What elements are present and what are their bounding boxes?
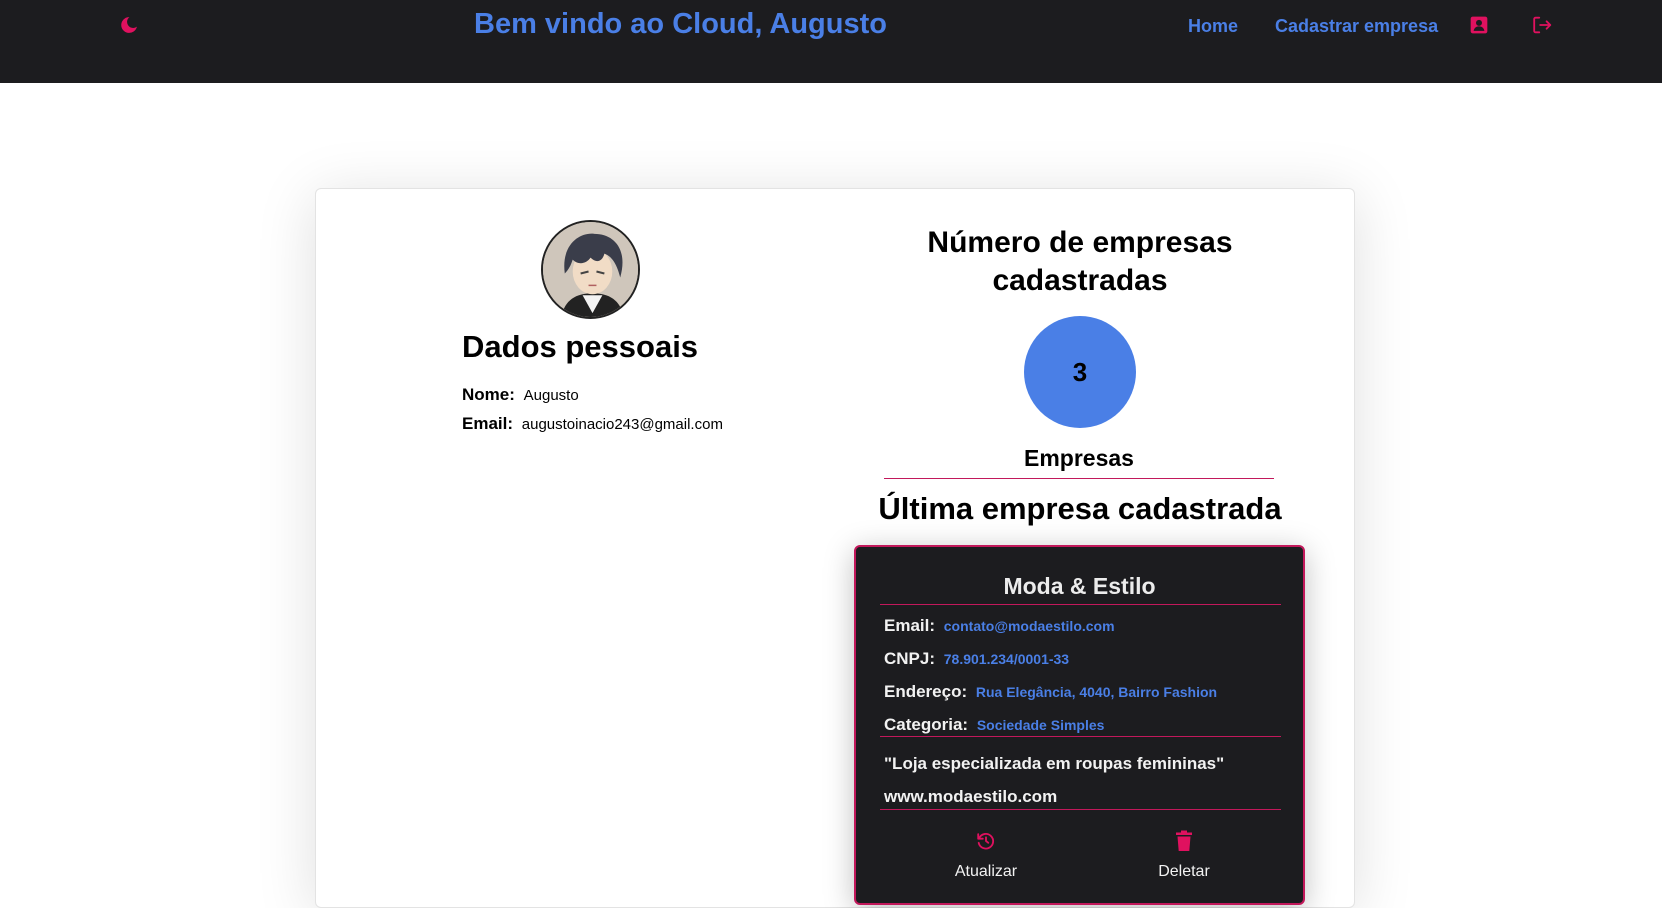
nav-home-link[interactable]: Home [1188,16,1238,37]
company-website: www.modaestilo.com [884,787,1058,806]
company-card-divider [880,736,1281,737]
company-card-divider [880,809,1281,810]
company-email-row: Email: contato@modaestilo.com [884,616,1115,636]
nav-register-company-link[interactable]: Cadastrar empresa [1275,16,1438,37]
company-cnpj-row: CNPJ: 78.901.234/0001-33 [884,649,1069,669]
company-address-label: Endereço: [884,682,968,701]
company-category-value: Sociedade Simples [976,717,1105,733]
companies-count-title: Número de empresas cadastradas [927,226,1233,297]
company-address-row: Endereço: Rua Elegância, 4040, Bairro Fa… [884,682,1217,702]
profile-name-row: Nome: Augusto [462,385,579,405]
companies-count-badge: 3 [1024,316,1136,428]
user-card-icon[interactable] [1466,12,1492,38]
update-button[interactable]: Atualizar [926,829,1046,881]
company-email-value: contato@modaestilo.com [943,618,1115,634]
company-card: Moda & Estilo Email: contato@modaestilo.… [854,545,1305,905]
avatar [541,220,640,319]
name-label: Nome: [462,385,515,404]
company-category-row: Categoria: Sociedade Simples [884,715,1104,735]
company-cnpj-label: CNPJ: [884,649,936,668]
email-label: Email: [462,414,514,433]
company-address-value: Rua Elegância, 4040, Bairro Fashion [975,684,1218,700]
update-label: Atualizar [954,863,1018,880]
delete-button[interactable]: Deletar [1124,829,1244,881]
company-email-label: Email: [884,616,936,635]
top-navbar: Bem vindo ao Cloud, Augusto Home Cadastr… [0,0,1662,83]
avatar-illustration [543,222,638,317]
refresh-clock-icon [974,829,998,853]
trash-icon [1172,829,1196,853]
delete-label: Deletar [1158,863,1210,880]
last-company-title: Última empresa cadastrada [878,491,1282,526]
company-card-divider [880,604,1281,605]
email-value: augustoinacio243@gmail.com [521,416,723,433]
name-value: Augusto [523,387,579,404]
company-name: Moda & Estilo [1003,573,1156,599]
company-cnpj-value: 78.901.234/0001-33 [943,651,1070,667]
moon-icon[interactable] [116,12,142,38]
personal-data-title: Dados pessoais [462,329,699,364]
company-description: "Loja especializada em roupas femininas" [884,754,1225,773]
company-category-label: Categoria: [884,715,969,734]
logout-icon[interactable] [1529,12,1555,38]
welcome-title: Bem vindo ao Cloud, Augusto [474,8,887,40]
section-divider [884,478,1274,479]
profile-email-row: Email: augustoinacio243@gmail.com [462,414,723,434]
companies-count-label: Empresas [1024,445,1134,471]
